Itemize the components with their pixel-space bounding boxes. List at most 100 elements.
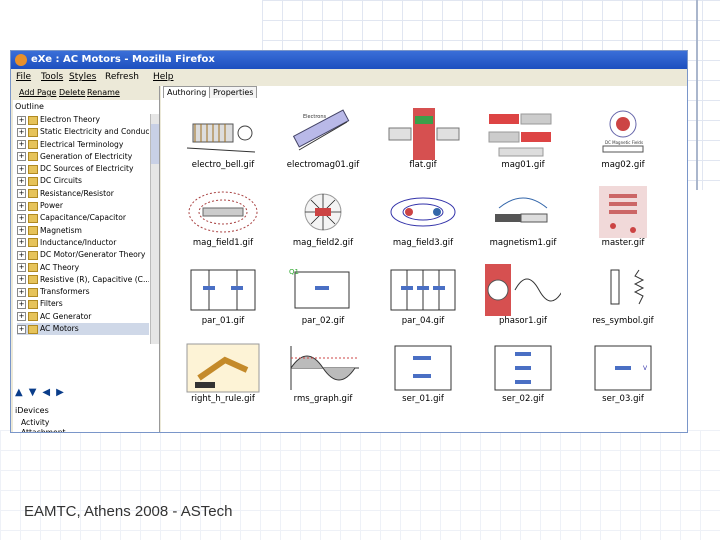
magnetic-field-diagram-icon[interactable]	[285, 186, 361, 238]
add-page-button[interactable]: Add Page	[19, 86, 56, 100]
expand-icon[interactable]: +	[17, 312, 26, 322]
phasor-diagram-icon[interactable]	[485, 264, 561, 316]
move-down-icon[interactable]: ▼	[29, 387, 43, 398]
expand-icon[interactable]: +	[17, 250, 26, 260]
expand-icon[interactable]: +	[17, 176, 26, 186]
menu-tools[interactable]: Tools	[41, 69, 63, 86]
gallery-item[interactable]: ser_01.gif	[375, 340, 471, 406]
outline-item[interactable]: + Inductance/Inductor	[17, 237, 149, 249]
menu-file[interactable]: File	[16, 69, 31, 86]
magnetic-field-diagram-icon[interactable]	[385, 186, 461, 238]
gallery-item[interactable]: mag_field3.gif	[375, 184, 471, 250]
expand-icon[interactable]: +	[17, 238, 26, 248]
gallery-item[interactable]: res_symbol.gif	[575, 262, 671, 328]
magnetic-field-diagram-icon[interactable]	[185, 186, 261, 238]
outline-item[interactable]: + Generation of Electricity	[17, 151, 149, 163]
expand-icon[interactable]: +	[17, 275, 26, 285]
circuit-diagram-icon[interactable]	[385, 264, 461, 316]
resistor-symbol-icon[interactable]	[585, 264, 661, 316]
gallery-item[interactable]: magnetism1.gif	[475, 184, 571, 250]
outline-item[interactable]: + AC Motors	[17, 323, 149, 336]
expand-icon[interactable]: +	[17, 152, 26, 162]
outline-item[interactable]: + AC Theory	[17, 262, 149, 274]
gallery-item[interactable]: flat.gif	[375, 106, 471, 172]
outline-item[interactable]: + Electron Theory	[17, 114, 149, 126]
gallery-item[interactable]: electro_bell.gif	[175, 106, 271, 172]
circuit-diagram-icon[interactable]	[385, 342, 461, 394]
tab-properties[interactable]: Properties	[209, 86, 258, 98]
outline-scrollbar[interactable]	[150, 114, 159, 344]
move-up-icon[interactable]: ▲	[15, 387, 29, 398]
expand-icon[interactable]: +	[17, 226, 26, 236]
delete-button[interactable]: Delete	[59, 86, 85, 100]
expand-icon[interactable]: +	[17, 299, 26, 309]
outline-item[interactable]: + Magnetism	[17, 225, 149, 237]
expand-icon[interactable]: +	[17, 287, 26, 297]
outline-item[interactable]: + Capacitance/Capacitor	[17, 212, 149, 224]
outline-item[interactable]: + Electrical Terminology	[17, 139, 149, 151]
outline-item[interactable]: + Static Electricity and Conductors	[17, 126, 149, 138]
expand-icon[interactable]: +	[17, 324, 26, 334]
menu-styles[interactable]: Styles	[69, 69, 96, 86]
expand-icon[interactable]: +	[17, 127, 26, 137]
circuit-diagram-icon[interactable]: Q1	[285, 264, 361, 316]
master-diagram-icon[interactable]	[585, 186, 661, 238]
magnets-diagram-icon[interactable]	[485, 108, 561, 160]
rename-button[interactable]: Rename	[87, 86, 120, 100]
magnetism-diagram-icon[interactable]	[485, 186, 561, 238]
menu-refresh[interactable]: Refresh	[105, 69, 139, 86]
outline-item[interactable]: + DC Circuits	[17, 175, 149, 187]
gallery-item[interactable]: Vser_03.gif	[575, 340, 671, 406]
expand-icon[interactable]: +	[17, 201, 26, 211]
gallery-item[interactable]: Electrons electromag01.gif	[275, 106, 371, 172]
gallery-item[interactable]: right_h_rule.gif	[175, 340, 271, 406]
magnetic-field-diagram-icon[interactable]: DC Magnetic Fields	[585, 108, 661, 160]
folder-icon	[28, 176, 38, 186]
electromagnet-diagram-icon[interactable]: Electrons	[285, 108, 361, 160]
expand-icon[interactable]: +	[17, 263, 26, 273]
expand-icon[interactable]: +	[17, 164, 26, 174]
gallery-item[interactable]: phasor1.gif	[475, 262, 571, 328]
gallery-item-caption: mag_field2.gif	[292, 238, 354, 248]
circuit-diagram-icon[interactable]: V	[585, 342, 661, 394]
move-right-icon[interactable]: ▶	[56, 387, 70, 398]
gallery-item[interactable]: ser_02.gif	[475, 340, 571, 406]
gallery-item-caption: mag02.gif	[601, 160, 645, 170]
outline-item[interactable]: + Power	[17, 200, 149, 212]
gallery-item[interactable]: mag01.gif	[475, 106, 571, 172]
gallery-item[interactable]: master.gif	[575, 184, 671, 250]
outline-item[interactable]: + DC Sources of Electricity	[17, 163, 149, 175]
expand-icon[interactable]: +	[17, 189, 26, 199]
expand-icon[interactable]: +	[17, 115, 26, 125]
tab-authoring[interactable]: Authoring	[163, 86, 211, 98]
gallery-item[interactable]: par_04.gif	[375, 262, 471, 328]
outline-item[interactable]: + Resistance/Resistor	[17, 188, 149, 200]
outline-item[interactable]: + DC Motor/Generator Theory	[17, 249, 149, 261]
gallery-item[interactable]: DC Magnetic Fields mag02.gif	[575, 106, 671, 172]
outline-item[interactable]: + Filters	[17, 298, 149, 310]
gallery-item[interactable]: par_01.gif	[175, 262, 271, 328]
gallery-item[interactable]: Q1 par_02.gif	[275, 262, 371, 328]
move-left-icon[interactable]: ◀	[42, 387, 56, 398]
expand-icon[interactable]: +	[17, 213, 26, 223]
svg-text:DC Magnetic Fields: DC Magnetic Fields	[605, 140, 643, 145]
outline-item[interactable]: + Transformers	[17, 286, 149, 298]
idevice-item[interactable]: Activity	[21, 418, 151, 428]
outline-item[interactable]: + Resistive (R), Capacitive (C...	[17, 274, 149, 286]
bell-diagram-icon[interactable]	[185, 108, 261, 160]
expand-icon[interactable]: +	[17, 140, 26, 150]
menu-help[interactable]: Help	[153, 69, 174, 86]
folder-icon	[28, 213, 38, 223]
gallery-item[interactable]: mag_field1.gif	[175, 184, 271, 250]
outline-item[interactable]: + AC Generator	[17, 311, 149, 323]
scrollbar-thumb[interactable]	[151, 124, 159, 164]
circuit-diagram-icon[interactable]	[185, 264, 261, 316]
gallery-item[interactable]: rms_graph.gif	[275, 340, 371, 406]
idevice-item[interactable]: Attachment	[21, 428, 151, 432]
circuit-diagram-icon[interactable]	[485, 342, 561, 394]
right-hand-rule-diagram-icon[interactable]	[185, 342, 261, 394]
gallery-item-caption: ser_03.gif	[602, 394, 644, 404]
rms-graph-icon[interactable]	[285, 342, 361, 394]
magnet-diagram-icon[interactable]	[385, 108, 461, 160]
gallery-item[interactable]: mag_field2.gif	[275, 184, 371, 250]
